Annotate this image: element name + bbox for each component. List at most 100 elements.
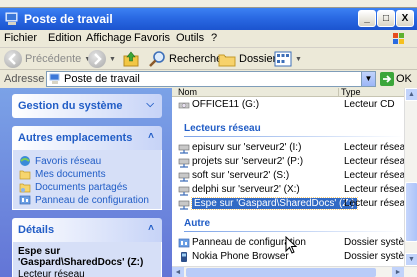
address-bar: Adresse Poste de travail ▼ OK xyxy=(0,70,417,88)
menu-outils[interactable]: Outils xyxy=(176,32,204,44)
item-type: Dossier système xyxy=(344,237,408,248)
collapse-chevron-icon[interactable]: ˄ xyxy=(148,223,154,234)
menu-fichier[interactable]: Fichier xyxy=(4,32,37,44)
other-places-body: Favoris réseau Mes documents Documents p… xyxy=(12,150,162,210)
network-drive-icon xyxy=(178,158,190,168)
column-header: Nom Type xyxy=(172,88,404,97)
close-button[interactable]: X xyxy=(396,10,414,27)
item-name: projets sur 'serveur2' (P:) xyxy=(192,156,304,167)
views-dropdown-icon: ▼ xyxy=(295,55,302,63)
address-dropdown-button[interactable]: ▼ xyxy=(361,72,375,86)
control-panel-icon xyxy=(19,195,31,205)
folders-icon xyxy=(218,54,236,67)
background-window-edge xyxy=(0,0,417,8)
item-name: soft sur 'serveur2' (S:) xyxy=(192,170,290,181)
folders-button[interactable]: Dossiers xyxy=(218,50,282,68)
list-item-espe-selected[interactable]: Espe sur 'Gaspard\SharedDocs' (Z:) Lecte… xyxy=(178,197,408,210)
place-shared-documents-label: Documents partagés xyxy=(35,181,128,193)
address-input[interactable]: Poste de travail ▼ xyxy=(46,71,376,87)
minimize-button[interactable]: _ xyxy=(358,10,376,27)
list-item-office11[interactable]: OFFICE11 (G:) Lecteur CD xyxy=(178,98,395,111)
go-button[interactable]: OK xyxy=(380,71,412,87)
item-type: Lecteur réseau dé xyxy=(344,170,408,181)
details-header[interactable]: Détails ˄ xyxy=(12,218,162,242)
place-control-panel[interactable]: Panneau de configuration xyxy=(19,194,149,206)
place-shared-documents[interactable]: Documents partagés xyxy=(19,181,127,193)
go-arrow-icon xyxy=(380,72,394,86)
collapse-chevron-icon[interactable]: ˄ xyxy=(148,131,154,142)
item-type: Lecteur CD xyxy=(344,99,395,110)
phone-browser-icon xyxy=(181,251,187,262)
item-type: Dossier système xyxy=(344,251,408,262)
item-type: Lecteur réseau dé xyxy=(344,184,408,195)
item-name: Espe sur 'Gaspard\SharedDocs' (Z:) xyxy=(191,197,358,210)
scroll-up-button[interactable]: ▲ xyxy=(405,88,417,101)
list-item-nokia[interactable]: Nokia Phone Browser Dossier système xyxy=(178,250,408,263)
search-icon xyxy=(149,51,165,67)
network-drive-icon xyxy=(178,144,190,154)
up-folder-button[interactable] xyxy=(122,50,140,68)
group-divider xyxy=(184,231,404,232)
forward-dropdown-icon: ▼ xyxy=(109,55,116,63)
details-body: Espe sur 'Gaspard\SharedDocs' (Z:) Lecte… xyxy=(12,242,162,277)
control-panel-icon xyxy=(178,238,190,247)
list-item-episurv[interactable]: episurv sur 'serveur2' (I:) Lecteur rése… xyxy=(178,141,408,154)
back-button[interactable]: Précédente ▼ xyxy=(4,50,91,68)
place-my-documents[interactable]: Mes documents xyxy=(19,168,106,180)
system-tasks-title: Gestion du système xyxy=(18,100,123,112)
other-places-header[interactable]: Autres emplacements ˄ xyxy=(12,126,162,150)
place-network[interactable]: Favoris réseau xyxy=(19,155,101,167)
window-title: Poste de travail xyxy=(24,12,113,26)
expand-chevron-icon[interactable]: ⌵ xyxy=(146,99,154,110)
title-bar[interactable]: Poste de travail _ □ X xyxy=(0,8,417,30)
menu-edition[interactable]: Edition xyxy=(48,32,82,44)
list-item-delphi[interactable]: delphi sur 'serveur2' (X:) Lecteur résea… xyxy=(178,183,408,196)
back-arrow-icon xyxy=(4,50,22,68)
scroll-right-button[interactable]: ► xyxy=(392,267,404,277)
task-pane: Gestion du système ⌵ Autres emplacements… xyxy=(0,88,172,277)
details-title: Détails xyxy=(18,224,55,236)
views-button[interactable]: ▼ xyxy=(274,50,302,68)
menu-help[interactable]: ? xyxy=(211,32,217,44)
maximize-button[interactable]: □ xyxy=(377,10,395,27)
network-places-icon xyxy=(20,156,30,166)
place-network-label: Favoris réseau xyxy=(35,155,102,167)
list-item-projets[interactable]: projets sur 'serveur2' (P:) Lecteur rése… xyxy=(178,155,408,168)
back-label: Précédente xyxy=(25,53,82,65)
scroll-left-button[interactable]: ◄ xyxy=(172,267,184,277)
item-name: OFFICE11 (G:) xyxy=(192,99,260,110)
menu-bar: Fichier Edition Affichage Favoris Outils… xyxy=(0,30,417,48)
menu-favoris[interactable]: Favoris xyxy=(134,32,170,44)
list-item-soft[interactable]: soft sur 'serveur2' (S:) Lecteur réseau … xyxy=(178,169,408,182)
network-drive-icon xyxy=(178,200,190,210)
item-name: Nokia Phone Browser xyxy=(192,251,289,262)
details-item-type: Lecteur réseau xyxy=(18,269,85,277)
system-tasks-header[interactable]: Gestion du système ⌵ xyxy=(12,94,162,118)
forward-button[interactable]: ▼ xyxy=(88,50,116,68)
search-button[interactable]: Rechercher xyxy=(148,50,226,68)
mouse-pointer-icon xyxy=(285,236,298,254)
item-name: delphi sur 'serveur2' (X:) xyxy=(192,184,300,195)
my-computer-icon xyxy=(5,12,18,25)
horizontal-scrollbar[interactable]: ◄ ► xyxy=(172,266,417,277)
my-documents-icon xyxy=(19,170,31,180)
column-type[interactable]: Type xyxy=(338,88,361,97)
column-name[interactable]: Nom xyxy=(178,88,197,97)
item-type: Lecteur réseau dé xyxy=(344,156,408,167)
vertical-scrollbar[interactable]: ▲ ▼ xyxy=(404,88,417,266)
cd-drive-icon xyxy=(178,102,190,108)
network-drive-icon xyxy=(178,172,190,182)
group-network-drives: Lecteurs réseau xyxy=(184,123,261,134)
horizontal-scroll-thumb[interactable] xyxy=(186,268,376,277)
my-computer-icon xyxy=(49,73,60,84)
other-places-title: Autres emplacements xyxy=(18,132,133,144)
up-folder-icon xyxy=(123,51,139,67)
item-type: Lecteur réseau xyxy=(344,198,408,209)
place-my-documents-label: Mes documents xyxy=(35,168,106,180)
group-divider xyxy=(184,136,404,137)
menu-affichage[interactable]: Affichage xyxy=(86,32,132,44)
scroll-down-button[interactable]: ▼ xyxy=(405,253,417,266)
item-name: episurv sur 'serveur2' (I:) xyxy=(192,142,302,153)
address-value: Poste de travail xyxy=(64,73,140,85)
vertical-scroll-thumb[interactable] xyxy=(405,182,417,242)
